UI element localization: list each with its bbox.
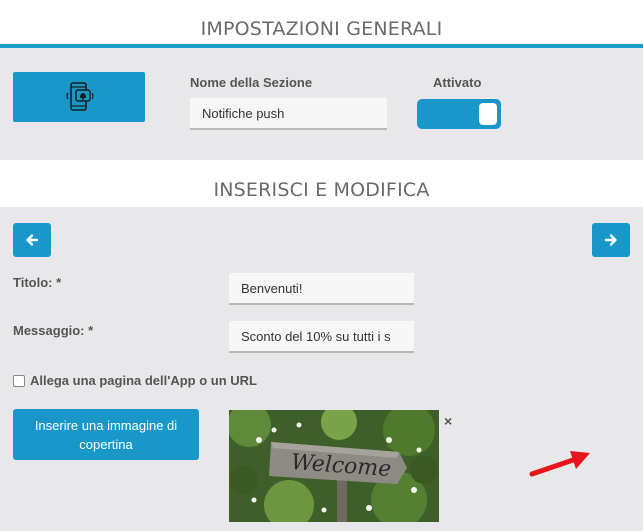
section-name-input[interactable] [190, 98, 387, 130]
arrow-left-icon [26, 234, 39, 246]
next-button[interactable] [592, 223, 630, 257]
annotation-arrow [529, 451, 590, 477]
previous-button[interactable] [13, 223, 51, 257]
cover-image: Welcome [229, 410, 439, 522]
message-label: Messaggio: * [13, 323, 94, 338]
phone-notification-icon [66, 82, 94, 111]
attach-page-row: Allega una pagina dell'App o un URL [13, 373, 257, 388]
insert-cover-image-button[interactable]: Inserire una immagine di copertina [13, 409, 199, 460]
active-toggle[interactable] [417, 99, 501, 129]
title-input[interactable] [229, 273, 414, 305]
section-name-label: Nome della Sezione [190, 75, 313, 90]
attach-page-checkbox[interactable] [13, 374, 25, 387]
message-input[interactable] [229, 321, 414, 353]
general-settings-heading: IMPOSTAZIONI GENERALI [200, 18, 443, 40]
remove-image-icon[interactable]: × [444, 413, 452, 429]
insert-edit-heading: INSERISCI E MODIFICA [213, 179, 430, 201]
arrow-right-icon [604, 234, 617, 246]
attach-page-label[interactable]: Allega una pagina dell'App o un URL [30, 373, 257, 388]
general-settings-panel: Nome della Sezione Attivato [0, 48, 643, 160]
toggle-knob [479, 103, 497, 125]
title-label: Titolo: * [13, 275, 62, 290]
settings-page: IMPOSTAZIONI GENERALI Nome della Sezione… [0, 0, 643, 531]
section-icon-tile[interactable] [13, 72, 145, 122]
active-label: Attivato [433, 75, 482, 90]
insert-edit-panel: Titolo: * Messaggio: * Allega una pagina… [0, 207, 643, 531]
